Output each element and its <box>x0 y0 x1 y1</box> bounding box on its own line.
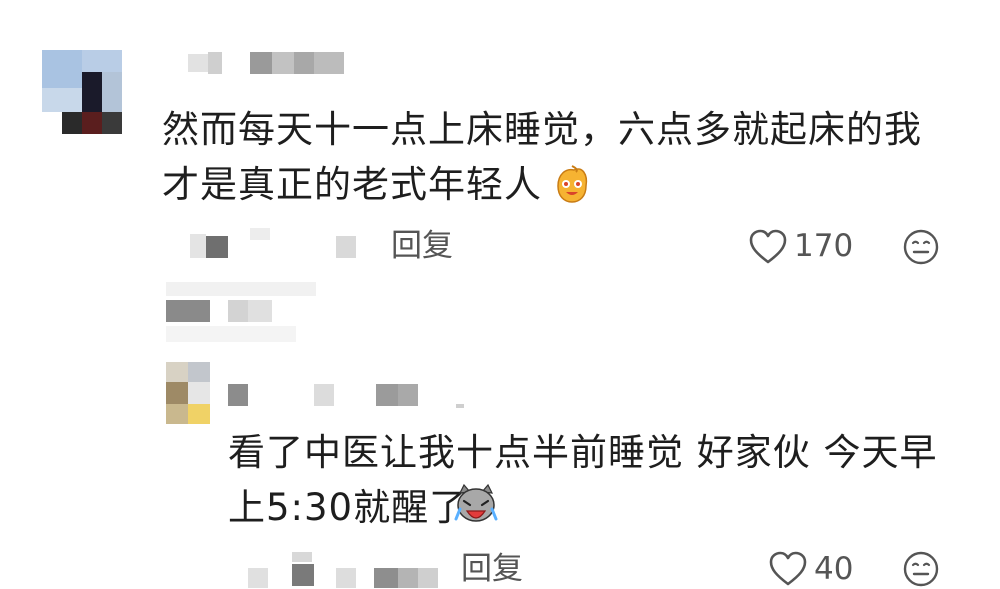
like-count: 170 <box>794 228 854 264</box>
reaction-face-icon[interactable] <box>902 228 940 266</box>
reply-button[interactable]: 回复 <box>461 549 523 589</box>
comment-text-line-1: 然而每天十一点上床睡觉，六点多就起床的我 <box>162 108 922 151</box>
reply-text-line-1: 看了中医让我十点半前睡觉 好家伙 今天早 <box>228 431 938 474</box>
reaction-face-icon[interactable] <box>902 550 940 588</box>
smile-emoji-icon <box>557 165 588 203</box>
avatar[interactable] <box>40 50 124 136</box>
heart-icon[interactable] <box>748 228 788 266</box>
comment-text-line-2: 才是真正的老式年轻人 <box>162 163 542 206</box>
collapsed-replies-bar[interactable] <box>166 282 316 344</box>
like-count: 40 <box>814 551 854 587</box>
reply-button[interactable]: 回复 <box>391 226 453 266</box>
crying-cat-icon <box>454 483 498 522</box>
username[interactable] <box>188 52 358 76</box>
reply-text-line-2: 上5:30就醒了 <box>228 486 468 529</box>
heart-icon[interactable] <box>768 550 808 588</box>
comment-meta <box>190 228 370 264</box>
avatar[interactable] <box>166 362 210 424</box>
username[interactable] <box>228 380 468 410</box>
reply-meta <box>248 552 448 588</box>
